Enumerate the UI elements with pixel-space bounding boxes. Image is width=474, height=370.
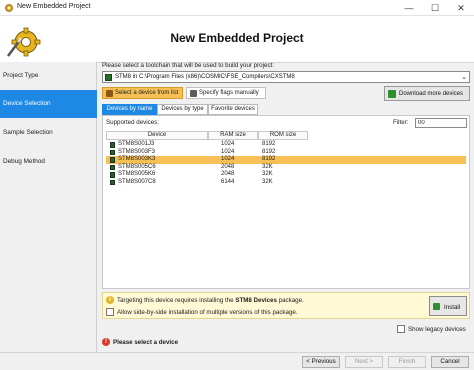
side-by-side-label[interactable]: Allow side-by-side installation of multi…	[117, 309, 298, 316]
chip-icon	[110, 179, 115, 185]
cancel-button[interactable]: Cancel	[431, 356, 469, 368]
device-table-header: Device RAM size ROM size	[106, 131, 312, 140]
table-row[interactable]: STM8S001J3 1024 8192	[106, 141, 466, 149]
wizard-content: Please select a toolchain that will be u…	[100, 62, 472, 352]
filter-label: Filter:	[393, 119, 409, 126]
list-icon	[106, 90, 113, 97]
window-title: New Embedded Project	[17, 3, 91, 10]
app-gear-icon	[5, 4, 13, 12]
sidebar-item-debug-method[interactable]: Debug Method	[0, 148, 97, 176]
column-device[interactable]: Device	[106, 131, 208, 140]
page-title: New Embedded Project	[170, 31, 304, 45]
device-name: STM8S007C8	[118, 178, 156, 185]
select-from-list-label: Select a device from list	[115, 90, 179, 96]
show-legacy-label[interactable]: Show legacy devices	[408, 326, 466, 333]
device-name: STM8S005C6	[118, 163, 156, 170]
ram-size: 6144	[221, 178, 235, 185]
notice-prefix: Targeting this device requires installin…	[117, 296, 236, 304]
table-row[interactable]: STM8S007C8 6144 32K	[106, 179, 466, 187]
table-row[interactable]: STM8S005K6 2048 32K	[106, 171, 466, 179]
package-notice-text: Targeting this device requires installin…	[117, 297, 304, 304]
rom-size: 8192	[262, 148, 276, 155]
toolchain-prompt: Please select a toolchain that will be u…	[102, 62, 274, 69]
column-ram-size[interactable]: RAM size	[208, 131, 258, 140]
download-icon	[388, 90, 396, 98]
info-icon: i	[106, 296, 114, 304]
side-by-side-checkbox[interactable]	[106, 308, 114, 316]
ram-size: 1024	[221, 141, 235, 147]
specify-flags-label: Specify flags manually	[199, 90, 259, 96]
install-button[interactable]: Install	[429, 296, 467, 316]
select-from-list-button[interactable]: Select a device from list	[102, 87, 183, 99]
wizard-footer: < Previous Next > Finish Cancel	[0, 352, 474, 370]
title-bar: New Embedded Project — ☐ ✕	[0, 0, 474, 16]
finish-button[interactable]: Finish	[388, 356, 426, 368]
table-row[interactable]: STM8S005C6 2048 32K	[106, 164, 466, 172]
table-row-selected[interactable]: STM8S003K3 1024 8192	[106, 156, 466, 164]
tab-devices-by-name[interactable]: Devices by name	[102, 104, 157, 115]
tab-devices-by-type[interactable]: Devices by type	[157, 104, 208, 115]
rom-size: 32K	[262, 171, 273, 177]
toolchain-icon	[105, 74, 112, 81]
chevron-down-icon[interactable]: ⌄	[461, 73, 467, 81]
show-legacy-checkbox[interactable]	[397, 325, 405, 333]
supported-devices-label: Supported devices:	[106, 119, 159, 126]
rom-size: 32K	[262, 178, 273, 185]
filter-input[interactable]	[415, 118, 467, 128]
next-button[interactable]: Next >	[345, 356, 383, 368]
chip-icon	[110, 164, 115, 170]
chip-icon	[110, 172, 115, 178]
rom-size: 32K	[262, 163, 273, 170]
flags-icon	[190, 90, 197, 97]
specify-flags-button[interactable]: Specify flags manually	[186, 87, 266, 99]
wizard-sidebar: Project Type Device Selection Sample Sel…	[0, 62, 97, 352]
sidebar-item-project-type[interactable]: Project Type	[0, 62, 97, 90]
chip-icon	[110, 149, 115, 155]
maximize-button[interactable]: ☐	[422, 0, 448, 16]
device-list-panel: Supported devices: Filter: Device RAM si…	[102, 115, 470, 289]
ram-size: 1024	[221, 156, 235, 162]
ram-size: 1024	[221, 148, 235, 155]
column-rom-size[interactable]: ROM size	[258, 131, 308, 140]
close-button[interactable]: ✕	[448, 0, 474, 16]
chip-icon	[110, 157, 115, 163]
previous-button[interactable]: < Previous	[302, 356, 340, 368]
download-more-label: Download more devices	[399, 90, 464, 97]
device-name: STM8S003K3	[118, 156, 156, 162]
install-icon	[433, 303, 440, 310]
sidebar-item-device-selection[interactable]: Device Selection	[0, 90, 97, 118]
rom-size: 8192	[262, 141, 276, 147]
device-name: STM8S005K6	[118, 171, 156, 177]
device-name: STM8S001J3	[118, 141, 155, 147]
error-text: Please select a device	[113, 338, 179, 346]
error-icon: !	[102, 338, 110, 346]
ram-size: 2048	[221, 171, 235, 177]
chip-icon	[110, 142, 115, 148]
notice-package-name: STM8 Devices	[235, 296, 277, 304]
download-more-devices-button[interactable]: Download more devices	[384, 86, 470, 101]
sidebar-item-sample-selection[interactable]: Sample Selection	[0, 119, 97, 147]
rom-size: 8192	[262, 156, 276, 162]
notice-suffix: package.	[276, 296, 304, 304]
ram-size: 2048	[221, 163, 235, 170]
toolchain-value: STM8 in C:\Program Files (x86)\COSMIC\FS…	[115, 73, 295, 80]
install-label: Install	[444, 303, 461, 311]
toolchain-select[interactable]: STM8 in C:\Program Files (x86)\COSMIC\FS…	[102, 71, 470, 83]
tab-favorite-devices[interactable]: Favorite devices	[208, 104, 258, 115]
device-name: STM8S003F3	[118, 148, 156, 155]
wizard-header: New Embedded Project	[0, 16, 474, 62]
table-row[interactable]: STM8S003F3 1024 8192	[106, 149, 466, 157]
package-notice: i Targeting this device requires install…	[102, 292, 470, 319]
minimize-button[interactable]: —	[396, 0, 422, 16]
